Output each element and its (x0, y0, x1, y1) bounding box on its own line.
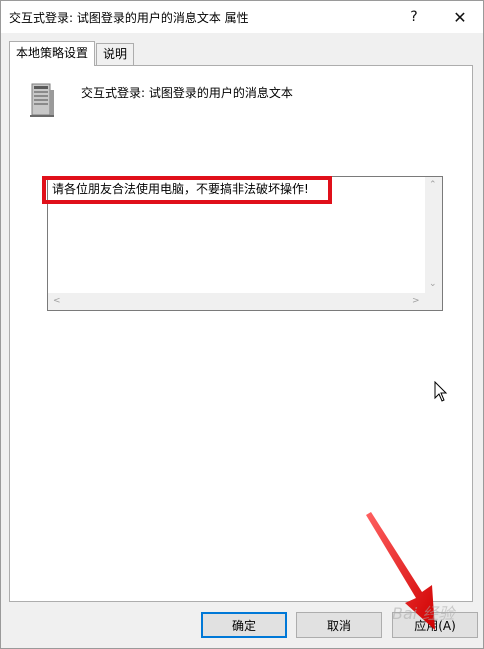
window-title: 交互式登录: 试图登录的用户的消息文本 属性 (9, 11, 249, 25)
horizontal-scrollbar[interactable]: < > (48, 293, 425, 310)
tab-panel: 交互式登录: 试图登录的用户的消息文本 请各位朋友合法使用电脑，不要搞非法破坏操… (9, 65, 473, 602)
message-text-field[interactable]: 请各位朋友合法使用电脑，不要搞非法破坏操作! ⌃ ⌄ < > (47, 176, 443, 311)
help-button[interactable]: ? (391, 1, 437, 33)
ok-button[interactable]: 确定 (201, 612, 287, 638)
cancel-button[interactable]: 取消 (296, 612, 382, 638)
server-computer-icon (26, 82, 58, 121)
scroll-left-icon[interactable]: < (53, 297, 61, 306)
scroll-down-icon[interactable]: ⌄ (429, 280, 437, 289)
message-text-value[interactable]: 请各位朋友合法使用电脑，不要搞非法破坏操作! (52, 180, 309, 197)
scrollbar-corner (425, 293, 442, 310)
tab-local-policy-setting[interactable]: 本地策略设置 (9, 41, 96, 66)
policy-title: 交互式登录: 试图登录的用户的消息文本 (81, 86, 293, 100)
apply-button[interactable]: 应用(A) (392, 612, 478, 638)
scroll-right-icon[interactable]: > (412, 297, 420, 306)
mouse-pointer-icon (434, 381, 448, 402)
tab-explain[interactable]: 说明 (96, 43, 135, 65)
close-button[interactable]: ✕ (437, 1, 483, 33)
scroll-up-icon[interactable]: ⌃ (429, 181, 437, 190)
properties-dialog: 交互式登录: 试图登录的用户的消息文本 属性 ? ✕ 本地策略设置 说明 交互式… (0, 0, 484, 649)
title-bar[interactable]: 交互式登录: 试图登录的用户的消息文本 属性 ? ✕ (1, 1, 483, 33)
vertical-scrollbar[interactable]: ⌃ ⌄ (425, 177, 442, 293)
